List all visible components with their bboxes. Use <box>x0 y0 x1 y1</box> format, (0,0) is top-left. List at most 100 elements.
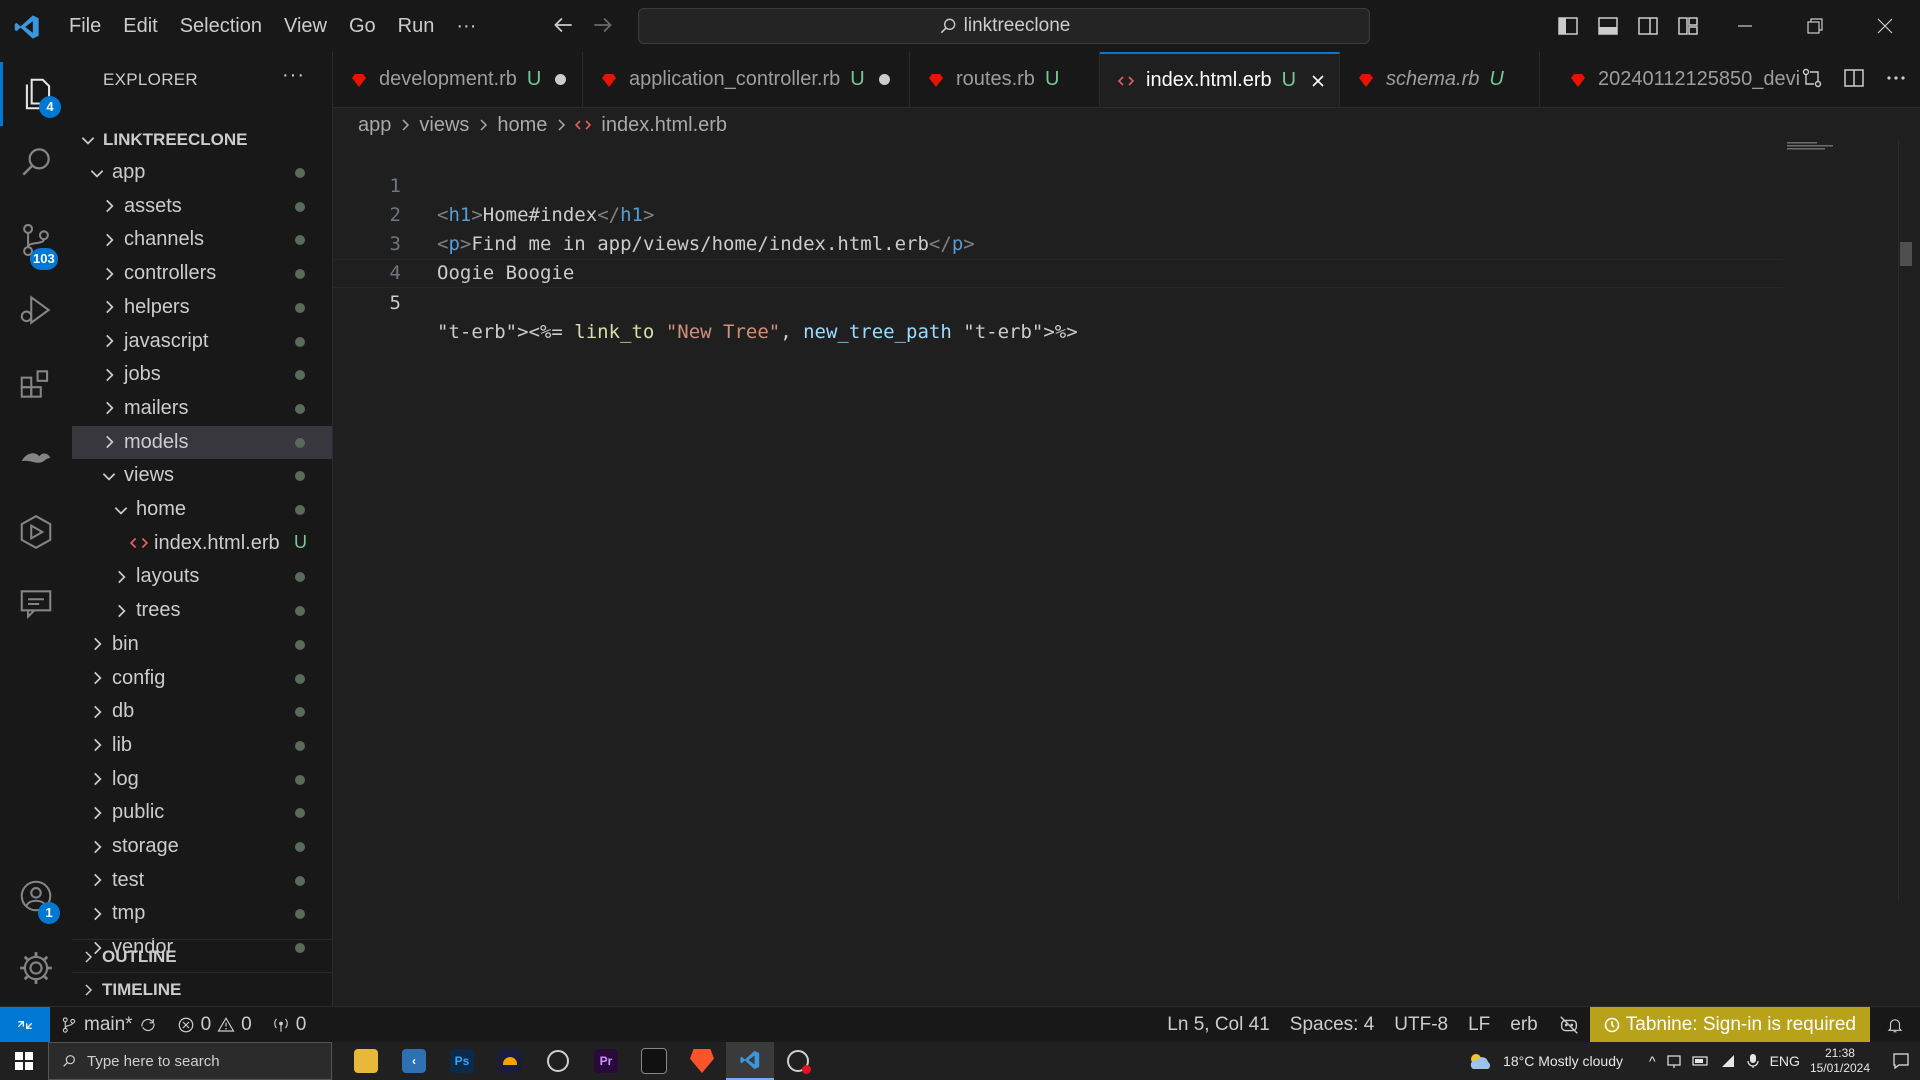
tree-item-trees[interactable]: trees <box>72 594 332 627</box>
source-control-activity[interactable]: 103 <box>0 208 72 272</box>
restore-button[interactable] <box>1780 0 1850 52</box>
breadcrumb-app[interactable]: app <box>358 114 391 137</box>
menu-edit[interactable]: Edit <box>112 15 168 38</box>
tree-item-javascript[interactable]: javascript <box>72 325 332 358</box>
remote-indicator[interactable] <box>0 1007 50 1043</box>
explorer-more-actions[interactable]: ··· <box>282 64 305 87</box>
close-tab-icon[interactable] <box>1310 73 1326 89</box>
tree-item-config[interactable]: config <box>72 662 332 695</box>
command-center-search[interactable]: linktreeclone <box>638 8 1370 44</box>
toggle-primary-sidebar-icon[interactable] <box>1556 14 1580 38</box>
tab-schema-rb[interactable]: schema.rb U <box>1340 52 1540 107</box>
tab-migration-rb[interactable]: 20240112125850_devi <box>1540 52 1800 107</box>
taskbar-app-4[interactable] <box>486 1042 534 1080</box>
outline-section[interactable]: OUTLINE <box>72 939 332 973</box>
network-icon[interactable] <box>1666 1053 1682 1069</box>
tree-item-models[interactable]: models <box>72 425 332 459</box>
unsaved-dot-icon[interactable] <box>555 74 567 85</box>
toggle-secondary-sidebar-icon[interactable] <box>1636 14 1660 38</box>
tree-item-public[interactable]: public <box>72 796 332 829</box>
menu-more[interactable]: ··· <box>445 15 487 38</box>
tree-item-channels[interactable]: channels <box>72 223 332 256</box>
tree-item-home[interactable]: home <box>72 493 332 526</box>
notifications[interactable] <box>1870 1016 1920 1034</box>
tree-item-bin[interactable]: bin <box>72 628 332 661</box>
menu-selection[interactable]: Selection <box>169 15 273 38</box>
cursor-position[interactable]: Ln 5, Col 41 <box>1157 1014 1279 1036</box>
unsaved-dot-icon[interactable] <box>878 74 890 85</box>
split-editor-icon[interactable] <box>1842 66 1866 90</box>
taskbar-search[interactable]: Type here to search <box>48 1042 332 1080</box>
end-of-line[interactable]: LF <box>1458 1014 1500 1036</box>
menu-view[interactable]: View <box>273 15 338 38</box>
taskbar-app-5[interactable] <box>534 1042 582 1080</box>
menu-go[interactable]: Go <box>338 15 387 38</box>
notification-center-icon[interactable] <box>1892 1052 1910 1070</box>
run-debug-activity[interactable] <box>0 278 72 342</box>
minimize-button[interactable] <box>1710 0 1780 52</box>
manage-activity[interactable] <box>0 936 72 1000</box>
clock[interactable]: 21:38 15/01/2024 <box>1810 1046 1870 1076</box>
breadcrumb-home[interactable]: home <box>497 114 547 137</box>
toggle-panel-icon[interactable] <box>1596 14 1620 38</box>
branch-indicator[interactable]: main* <box>50 1014 167 1036</box>
minimap[interactable] <box>1787 142 1833 150</box>
tree-item-tmp[interactable]: tmp <box>72 897 332 930</box>
vscode-app[interactable] <box>726 1042 774 1080</box>
file-explorer-app[interactable] <box>342 1042 390 1080</box>
indentation[interactable]: Spaces: 4 <box>1280 1014 1385 1036</box>
back-arrow-icon[interactable] <box>550 12 576 38</box>
tree-item-db[interactable]: db <box>72 695 332 728</box>
sync-icon[interactable] <box>139 1016 157 1034</box>
tree-item-controllers[interactable]: controllers <box>72 257 332 290</box>
tree-item-app[interactable]: app <box>72 156 332 189</box>
breadcrumb-views[interactable]: views <box>419 114 469 137</box>
brave-app[interactable] <box>678 1042 726 1080</box>
microphone-icon[interactable] <box>1746 1053 1760 1069</box>
tab-routes-rb[interactable]: routes.rb U <box>910 52 1100 107</box>
weather-text[interactable]: 18°C Mostly cloudy <box>1503 1053 1623 1069</box>
tree-item-index-html-erb[interactable]: index.html.erb U <box>72 527 332 560</box>
copilot-status[interactable] <box>1548 1014 1590 1036</box>
tree-item-helpers[interactable]: helpers <box>72 291 332 324</box>
photoshop-app[interactable]: Ps <box>438 1042 486 1080</box>
start-button[interactable] <box>0 1042 48 1080</box>
tray-chevron-up-icon[interactable]: ^ <box>1649 1053 1656 1069</box>
close-window-button[interactable] <box>1850 0 1920 52</box>
tree-item-mailers[interactable]: mailers <box>72 392 332 425</box>
tab-index-html-erb[interactable]: index.html.erb U <box>1100 52 1340 107</box>
tree-item-storage[interactable]: storage <box>72 830 332 863</box>
explorer-activity[interactable]: 4 <box>0 62 72 126</box>
chat-activity[interactable] <box>0 572 72 636</box>
compare-changes-icon[interactable] <box>1800 66 1824 90</box>
terminal-app[interactable] <box>630 1042 678 1080</box>
tabnine-status[interactable]: Tabnine: Sign-in is required <box>1589 1007 1870 1043</box>
wifi-icon[interactable] <box>1720 1053 1736 1069</box>
remote-explorer-activity[interactable] <box>0 426 72 490</box>
recorder-app[interactable] <box>774 1042 822 1080</box>
tree-item-log[interactable]: log <box>72 763 332 796</box>
workspace-root[interactable]: LINKTREECLONE <box>72 123 332 156</box>
search-activity[interactable] <box>0 130 72 194</box>
tree-item-assets[interactable]: assets <box>72 190 332 223</box>
tree-item-views[interactable]: views <box>72 459 332 492</box>
language-mode[interactable]: erb <box>1500 1014 1547 1036</box>
timeline-section[interactable]: TIMELINE <box>72 972 332 1006</box>
forward-arrow-icon[interactable] <box>590 12 616 38</box>
premiere-app[interactable]: Pr <box>582 1042 630 1080</box>
tree-item-layouts[interactable]: layouts <box>72 560 332 593</box>
menu-file[interactable]: File <box>58 15 112 38</box>
customize-layout-icon[interactable] <box>1676 14 1700 38</box>
code-editor[interactable]: 1 <h1>Home#index</h1> 2 <p>Find me in ap… <box>333 140 1920 1006</box>
encoding[interactable]: UTF-8 <box>1384 1014 1458 1036</box>
more-actions-icon[interactable] <box>1884 66 1908 90</box>
problems-indicator[interactable]: 0 0 <box>167 1014 262 1036</box>
tree-item-lib[interactable]: lib <box>72 729 332 762</box>
weather-cloud-icon[interactable] <box>1467 1051 1493 1071</box>
scrollbar-thumb[interactable] <box>1900 242 1912 266</box>
tree-item-jobs[interactable]: jobs <box>72 358 332 391</box>
breadcrumb-file[interactable]: index.html.erb <box>601 114 727 137</box>
accounts-activity[interactable]: 1 <box>0 864 72 928</box>
menu-run[interactable]: Run <box>387 15 446 38</box>
ports-indicator[interactable]: 0 <box>262 1014 317 1036</box>
